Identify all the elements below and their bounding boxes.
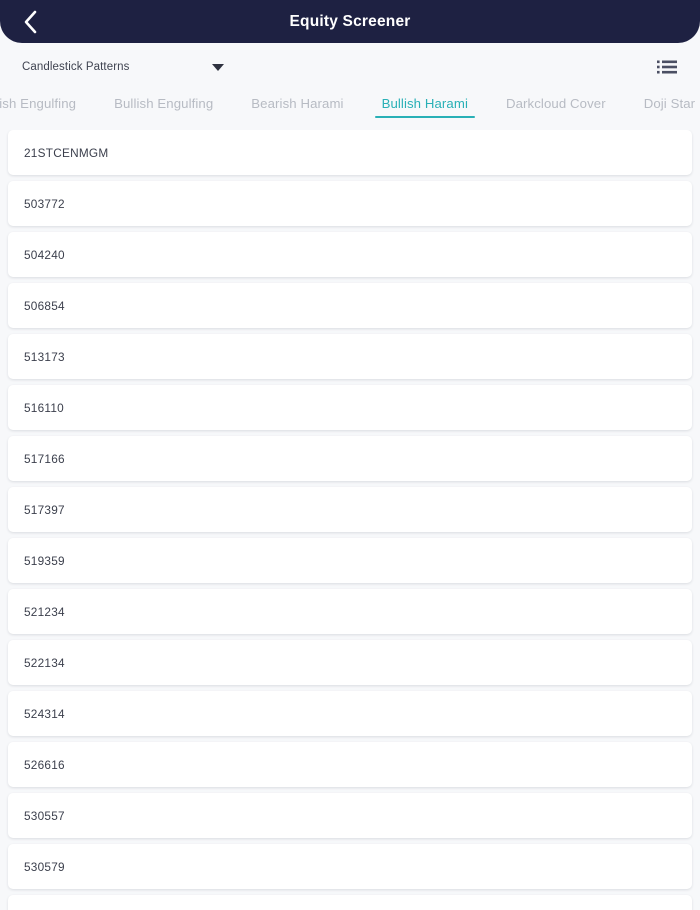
list-item[interactable]: 21STCENMGM — [8, 130, 692, 175]
list-item[interactable]: 516110 — [8, 385, 692, 430]
symbol-label: 516110 — [24, 400, 64, 415]
tab-label: Bearish Harami — [251, 96, 344, 111]
symbol-label: 530579 — [24, 859, 65, 874]
tab-label: Darkcloud Cover — [505, 96, 606, 111]
tab-bullish-harami[interactable]: Bullish Harami — [363, 91, 487, 130]
list-item[interactable] — [8, 895, 692, 910]
list-item[interactable]: 530579 — [8, 844, 692, 889]
list-icon — [657, 59, 677, 75]
tab-label: Bullish Engulfing — [114, 96, 214, 111]
filter-bar: Candlestick Patterns — [0, 43, 700, 91]
pattern-category-label: Candlestick Patterns — [22, 61, 130, 73]
list-item[interactable]: 524314 — [8, 691, 692, 736]
list-item[interactable]: 513173 — [8, 334, 692, 379]
list-item[interactable]: 521234 — [8, 589, 692, 634]
symbol-label: 504240 — [24, 247, 65, 262]
app-header: Equity Screener — [0, 0, 700, 43]
pattern-tabs-scroller[interactable]: Bearish Engulfing Bullish Engulfing Bear… — [0, 91, 700, 130]
list-item[interactable]: 519359 — [8, 538, 692, 583]
pattern-tabs: Bearish Engulfing Bullish Engulfing Bear… — [0, 91, 700, 130]
symbol-label: 517397 — [24, 502, 65, 517]
tab-label: Bearish Engulfing — [0, 96, 77, 111]
tab-bearish-harami[interactable]: Bearish Harami — [232, 91, 362, 130]
chevron-down-icon — [212, 63, 224, 71]
symbol-label: 519359 — [24, 553, 65, 568]
tab-darkcloud-cover[interactable]: Darkcloud Cover — [487, 91, 625, 130]
symbol-label: 522134 — [24, 655, 65, 670]
list-item[interactable]: 503772 — [8, 181, 692, 226]
tab-bullish-engulfing[interactable]: Bullish Engulfing — [95, 91, 232, 130]
tab-label: Doji Star — [643, 96, 696, 111]
tab-doji-star[interactable]: Doji Star — [625, 91, 700, 130]
symbol-label: 517166 — [24, 451, 65, 466]
results-list[interactable]: 21STCENMGM 503772 504240 506854 513173 5… — [0, 130, 700, 910]
symbol-label: 521234 — [24, 604, 65, 619]
list-item[interactable]: 517397 — [8, 487, 692, 532]
list-item[interactable]: 504240 — [8, 232, 692, 277]
symbol-label: 526616 — [24, 757, 65, 772]
symbol-label: 503772 — [24, 196, 65, 211]
symbol-label: 530557 — [24, 808, 65, 823]
symbol-label: 513173 — [24, 349, 65, 364]
back-button[interactable] — [8, 0, 52, 43]
symbol-label: 21STCENMGM — [24, 145, 109, 160]
equity-screener-screen: Equity Screener Candlestick Patterns ish… — [0, 0, 700, 910]
list-view-button[interactable] — [654, 56, 680, 78]
list-item[interactable]: 530557 — [8, 793, 692, 838]
list-item[interactable]: 526616 — [8, 742, 692, 787]
symbol-label: 506854 — [24, 298, 65, 313]
tab-bearish-engulfing[interactable]: Bearish Engulfing — [0, 91, 95, 130]
list-item[interactable]: 522134 — [8, 640, 692, 685]
list-item[interactable]: 506854 — [8, 283, 692, 328]
list-item[interactable]: 517166 — [8, 436, 692, 481]
tab-label: Bullish Harami — [381, 96, 468, 111]
chevron-left-icon — [22, 9, 38, 35]
page-title: Equity Screener — [289, 12, 411, 30]
pattern-category-dropdown[interactable]: Candlestick Patterns — [22, 61, 238, 73]
symbol-label: 524314 — [24, 706, 65, 721]
